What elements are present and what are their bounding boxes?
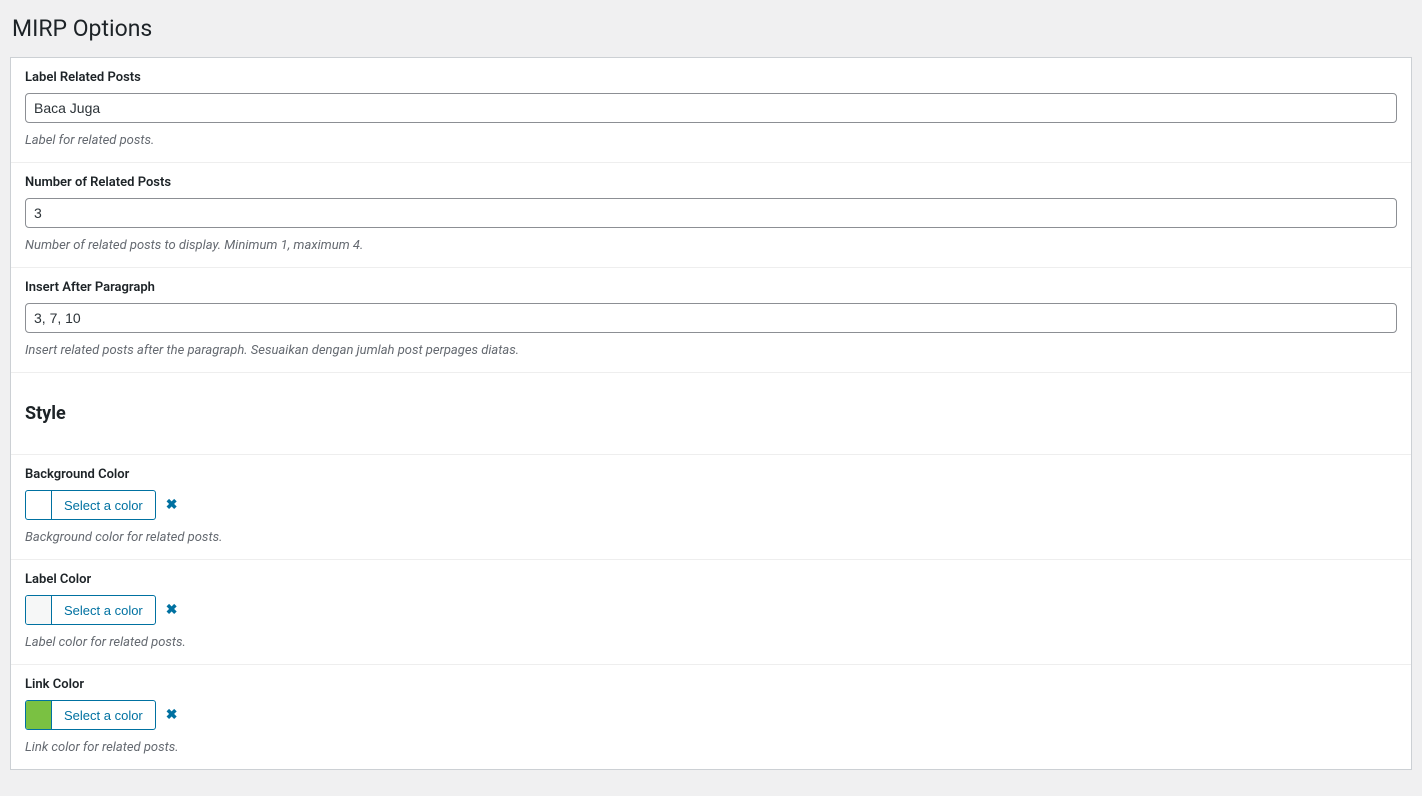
field-insert-after-paragraph: Insert After Paragraph Insert related po… — [11, 268, 1411, 373]
label-color-description: Label color for related posts. — [25, 635, 1397, 650]
field-label-color: Label Color Select a color ✖ Label color… — [11, 560, 1411, 665]
label-color-clear-icon[interactable]: ✖ — [166, 602, 178, 618]
insert-after-paragraph-input[interactable] — [25, 303, 1397, 333]
background-color-swatch — [26, 491, 52, 519]
label-related-posts-input[interactable] — [25, 93, 1397, 123]
number-related-posts-description: Number of related posts to display. Mini… — [25, 238, 1397, 253]
style-section-title: Style — [25, 403, 1397, 424]
number-related-posts-label: Number of Related Posts — [25, 175, 1397, 190]
background-color-label: Background Color — [25, 467, 1397, 482]
style-section-header: Style — [11, 373, 1411, 455]
label-related-posts-description: Label for related posts. — [25, 133, 1397, 148]
background-color-clear-icon[interactable]: ✖ — [166, 497, 178, 513]
field-link-color: Link Color Select a color ✖ Link color f… — [11, 665, 1411, 769]
insert-after-paragraph-label: Insert After Paragraph — [25, 280, 1397, 295]
link-color-swatch — [26, 701, 52, 729]
number-related-posts-input[interactable] — [25, 198, 1397, 228]
label-color-picker-button[interactable]: Select a color — [25, 595, 156, 625]
link-color-clear-icon[interactable]: ✖ — [166, 707, 178, 723]
label-color-label: Label Color — [25, 572, 1397, 587]
link-color-button-label: Select a color — [52, 708, 155, 723]
link-color-label: Link Color — [25, 677, 1397, 692]
options-panel: Label Related Posts Label for related po… — [10, 57, 1412, 770]
link-color-picker-button[interactable]: Select a color — [25, 700, 156, 730]
label-color-button-label: Select a color — [52, 603, 155, 618]
field-label-related-posts: Label Related Posts Label for related po… — [11, 58, 1411, 163]
background-color-description: Background color for related posts. — [25, 530, 1397, 545]
field-number-related-posts: Number of Related Posts Number of relate… — [11, 163, 1411, 268]
field-background-color: Background Color Select a color ✖ Backgr… — [11, 455, 1411, 560]
label-color-swatch — [26, 596, 52, 624]
label-related-posts-label: Label Related Posts — [25, 70, 1397, 85]
page-title: MIRP Options — [12, 15, 1412, 42]
insert-after-paragraph-description: Insert related posts after the paragraph… — [25, 343, 1397, 358]
link-color-description: Link color for related posts. — [25, 740, 1397, 755]
background-color-picker-button[interactable]: Select a color — [25, 490, 156, 520]
background-color-button-label: Select a color — [52, 498, 155, 513]
